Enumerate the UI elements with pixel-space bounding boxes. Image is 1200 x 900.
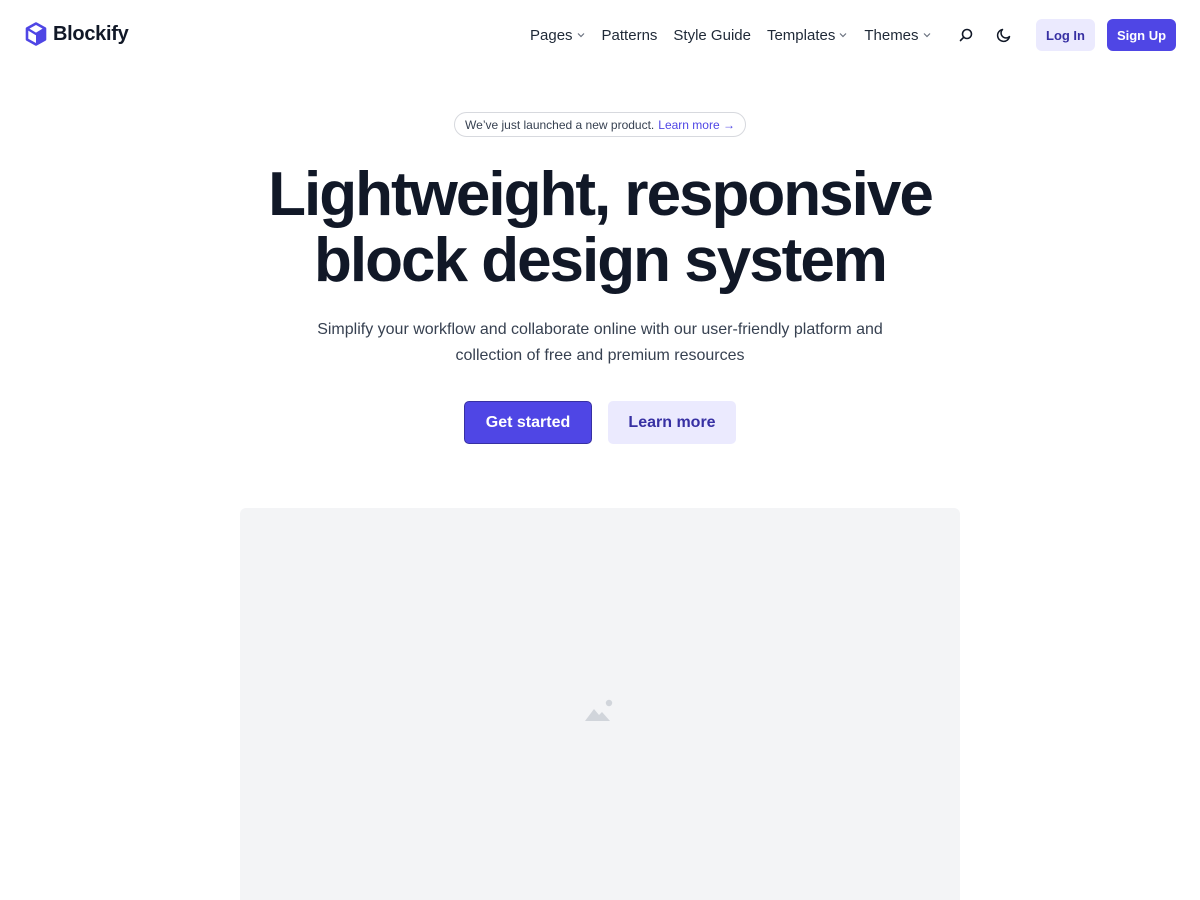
- hero-subtitle-line: Simplify your workflow and collaborate o…: [317, 321, 883, 338]
- image-placeholder-icon: [585, 699, 613, 721]
- nav-item-label: Templates: [766, 26, 836, 44]
- login-button[interactable]: Log In: [1036, 19, 1095, 51]
- hero-title-line: block design system: [314, 226, 888, 295]
- hero-title-line: Lightweight, responsive: [268, 160, 934, 229]
- nav-item-style-guide[interactable]: Style Guide: [673, 27, 751, 44]
- announcement-text: We’ve just launched a new product.: [465, 117, 655, 132]
- hero-title: Lightweight, responsive block design sys…: [0, 162, 1200, 294]
- nav-item-patterns[interactable]: Patterns: [602, 27, 658, 44]
- learn-more-button[interactable]: Learn more: [608, 401, 736, 444]
- chevron-down-icon: [839, 33, 847, 38]
- nav-item-label: Patterns: [601, 26, 658, 44]
- site-header: Blockify Pages Patterns Style Guide Temp…: [0, 0, 1200, 70]
- nav-item-templates[interactable]: Templates: [767, 27, 848, 44]
- nav-item-label: Themes: [864, 26, 919, 44]
- get-started-button[interactable]: Get started: [464, 401, 592, 444]
- cube-icon: [25, 22, 47, 46]
- hero-subtitle: Simplify your workflow and collaborate o…: [0, 317, 1200, 369]
- chevron-down-icon: [923, 33, 930, 38]
- signup-button[interactable]: Sign Up: [1107, 19, 1176, 51]
- search-button[interactable]: [955, 24, 977, 46]
- hero-subtitle-line: collection of free and premium resources: [455, 347, 745, 364]
- nav-item-label: Pages: [530, 26, 573, 44]
- announcement-link[interactable]: Learn more →: [658, 118, 735, 132]
- nav-item-label: Style Guide: [673, 26, 751, 44]
- announcement-bar: We’ve just launched a new product. Learn…: [0, 112, 1200, 137]
- announcement-pill: We’ve just launched a new product. Learn…: [454, 112, 746, 137]
- cta-row: Get started Learn more: [0, 401, 1200, 444]
- nav-item-themes[interactable]: Themes: [864, 27, 931, 44]
- main-nav: Pages Patterns Style Guide Templates The…: [530, 24, 948, 46]
- moon-icon: [996, 28, 1011, 43]
- brand-name: Blockify: [53, 22, 129, 45]
- hero-image-placeholder: [240, 508, 960, 900]
- theme-toggle-button[interactable]: [993, 24, 1015, 46]
- brand-logo[interactable]: Blockify: [25, 22, 129, 46]
- chevron-down-icon: [577, 33, 584, 38]
- search-icon: [959, 28, 973, 42]
- nav-item-pages[interactable]: Pages: [530, 27, 586, 44]
